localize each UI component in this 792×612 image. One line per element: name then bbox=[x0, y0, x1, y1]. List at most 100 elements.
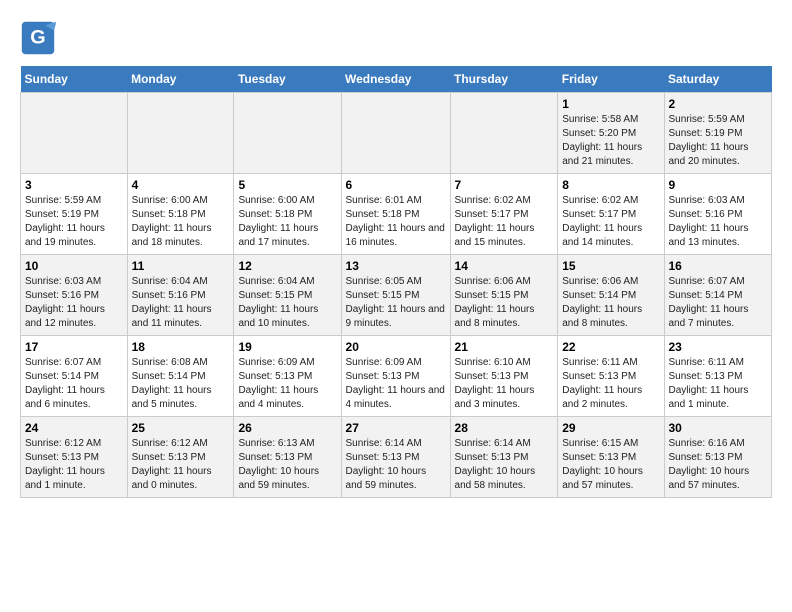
calendar-cell: 19 Sunrise: 6:09 AM Sunset: 5:13 PM Dayli… bbox=[234, 336, 341, 417]
day-number: 3 bbox=[25, 178, 123, 192]
day-number: 25 bbox=[132, 421, 230, 435]
day-header-sunday: Sunday bbox=[21, 66, 128, 93]
calendar-cell: 24 Sunrise: 6:12 AM Sunset: 5:13 PM Dayli… bbox=[21, 417, 128, 498]
day-number: 17 bbox=[25, 340, 123, 354]
day-info: Sunrise: 6:03 AM Sunset: 5:16 PM Dayligh… bbox=[669, 194, 768, 250]
day-info: Sunrise: 6:00 AM Sunset: 5:18 PM Dayligh… bbox=[238, 194, 336, 250]
day-info: Sunrise: 6:04 AM Sunset: 5:16 PM Dayligh… bbox=[132, 275, 230, 331]
calendar-cell: 29 Sunrise: 6:15 AM Sunset: 5:13 PM Dayli… bbox=[558, 417, 664, 498]
calendar-table: SundayMondayTuesdayWednesdayThursdayFrid… bbox=[20, 66, 772, 498]
week-row-3: 10 Sunrise: 6:03 AM Sunset: 5:16 PM Dayli… bbox=[21, 255, 772, 336]
day-number: 5 bbox=[238, 178, 336, 192]
day-info: Sunrise: 5:58 AM Sunset: 5:20 PM Dayligh… bbox=[562, 113, 659, 169]
day-info: Sunrise: 5:59 AM Sunset: 5:19 PM Dayligh… bbox=[25, 194, 123, 250]
day-info: Sunrise: 6:10 AM Sunset: 5:13 PM Dayligh… bbox=[455, 356, 554, 412]
calendar-cell: 25 Sunrise: 6:12 AM Sunset: 5:13 PM Dayli… bbox=[127, 417, 234, 498]
header: G bbox=[20, 20, 772, 56]
day-info: Sunrise: 6:03 AM Sunset: 5:16 PM Dayligh… bbox=[25, 275, 123, 331]
week-row-2: 3 Sunrise: 5:59 AM Sunset: 5:19 PM Daylig… bbox=[21, 174, 772, 255]
logo-icon: G bbox=[20, 20, 56, 56]
day-header-wednesday: Wednesday bbox=[341, 66, 450, 93]
calendar-cell: 2 Sunrise: 5:59 AM Sunset: 5:19 PM Daylig… bbox=[664, 93, 772, 174]
day-header-monday: Monday bbox=[127, 66, 234, 93]
day-info: Sunrise: 6:07 AM Sunset: 5:14 PM Dayligh… bbox=[25, 356, 123, 412]
calendar-cell: 11 Sunrise: 6:04 AM Sunset: 5:16 PM Dayli… bbox=[127, 255, 234, 336]
day-info: Sunrise: 6:08 AM Sunset: 5:14 PM Dayligh… bbox=[132, 356, 230, 412]
calendar-cell bbox=[21, 93, 128, 174]
day-number: 24 bbox=[25, 421, 123, 435]
calendar-cell: 6Sunrise: 6:01 AM Sunset: 5:18 PM Daylig… bbox=[341, 174, 450, 255]
calendar-cell: 26 Sunrise: 6:13 AM Sunset: 5:13 PM Dayli… bbox=[234, 417, 341, 498]
calendar-cell: 15 Sunrise: 6:06 AM Sunset: 5:14 PM Dayli… bbox=[558, 255, 664, 336]
day-number: 2 bbox=[669, 97, 768, 111]
calendar-cell: 16 Sunrise: 6:07 AM Sunset: 5:14 PM Dayli… bbox=[664, 255, 772, 336]
day-info: Sunrise: 6:05 AM Sunset: 5:15 PM Dayligh… bbox=[346, 275, 446, 331]
day-number: 9 bbox=[669, 178, 768, 192]
day-number: 14 bbox=[455, 259, 554, 273]
day-header-tuesday: Tuesday bbox=[234, 66, 341, 93]
calendar-cell bbox=[450, 93, 558, 174]
calendar-cell bbox=[341, 93, 450, 174]
calendar-cell: 8Sunrise: 6:02 AM Sunset: 5:17 PM Daylig… bbox=[558, 174, 664, 255]
day-info: Sunrise: 6:09 AM Sunset: 5:13 PM Dayligh… bbox=[346, 356, 446, 412]
svg-text:G: G bbox=[30, 26, 45, 48]
calendar-cell: 7Sunrise: 6:02 AM Sunset: 5:17 PM Daylig… bbox=[450, 174, 558, 255]
calendar-cell: 4Sunrise: 6:00 AM Sunset: 5:18 PM Daylig… bbox=[127, 174, 234, 255]
day-info: Sunrise: 6:11 AM Sunset: 5:13 PM Dayligh… bbox=[562, 356, 659, 412]
day-number: 13 bbox=[346, 259, 446, 273]
day-number: 29 bbox=[562, 421, 659, 435]
day-info: Sunrise: 6:01 AM Sunset: 5:18 PM Dayligh… bbox=[346, 194, 446, 250]
calendar-cell: 10 Sunrise: 6:03 AM Sunset: 5:16 PM Dayli… bbox=[21, 255, 128, 336]
day-number: 28 bbox=[455, 421, 554, 435]
calendar-cell: 14 Sunrise: 6:06 AM Sunset: 5:15 PM Dayli… bbox=[450, 255, 558, 336]
days-header-row: SundayMondayTuesdayWednesdayThursdayFrid… bbox=[21, 66, 772, 93]
calendar-cell: 1 Sunrise: 5:58 AM Sunset: 5:20 PM Daylig… bbox=[558, 93, 664, 174]
day-number: 27 bbox=[346, 421, 446, 435]
day-info: Sunrise: 6:06 AM Sunset: 5:14 PM Dayligh… bbox=[562, 275, 659, 331]
day-info: Sunrise: 6:14 AM Sunset: 5:13 PM Dayligh… bbox=[346, 437, 446, 493]
calendar-cell: 18Sunrise: 6:08 AM Sunset: 5:14 PM Dayli… bbox=[127, 336, 234, 417]
day-number: 19 bbox=[238, 340, 336, 354]
calendar-cell bbox=[234, 93, 341, 174]
calendar-cell: 22 Sunrise: 6:11 AM Sunset: 5:13 PM Dayli… bbox=[558, 336, 664, 417]
day-info: Sunrise: 6:16 AM Sunset: 5:13 PM Dayligh… bbox=[669, 437, 768, 493]
calendar-cell: 5 Sunrise: 6:00 AM Sunset: 5:18 PM Daylig… bbox=[234, 174, 341, 255]
week-row-5: 24 Sunrise: 6:12 AM Sunset: 5:13 PM Dayli… bbox=[21, 417, 772, 498]
day-number: 20 bbox=[346, 340, 446, 354]
calendar-cell: 20 Sunrise: 6:09 AM Sunset: 5:13 PM Dayli… bbox=[341, 336, 450, 417]
day-info: Sunrise: 6:14 AM Sunset: 5:13 PM Dayligh… bbox=[455, 437, 554, 493]
day-info: Sunrise: 6:11 AM Sunset: 5:13 PM Dayligh… bbox=[669, 356, 768, 412]
calendar-cell: 9 Sunrise: 6:03 AM Sunset: 5:16 PM Daylig… bbox=[664, 174, 772, 255]
day-number: 1 bbox=[562, 97, 659, 111]
week-row-4: 17 Sunrise: 6:07 AM Sunset: 5:14 PM Dayli… bbox=[21, 336, 772, 417]
day-number: 23 bbox=[669, 340, 768, 354]
day-info: Sunrise: 6:12 AM Sunset: 5:13 PM Dayligh… bbox=[25, 437, 123, 493]
calendar-cell: 3 Sunrise: 5:59 AM Sunset: 5:19 PM Daylig… bbox=[21, 174, 128, 255]
day-number: 21 bbox=[455, 340, 554, 354]
day-info: Sunrise: 6:07 AM Sunset: 5:14 PM Dayligh… bbox=[669, 275, 768, 331]
calendar-cell: 30 Sunrise: 6:16 AM Sunset: 5:13 PM Dayli… bbox=[664, 417, 772, 498]
day-info: Sunrise: 6:09 AM Sunset: 5:13 PM Dayligh… bbox=[238, 356, 336, 412]
day-info: Sunrise: 6:06 AM Sunset: 5:15 PM Dayligh… bbox=[455, 275, 554, 331]
day-number: 26 bbox=[238, 421, 336, 435]
day-info: Sunrise: 5:59 AM Sunset: 5:19 PM Dayligh… bbox=[669, 113, 768, 169]
day-number: 11 bbox=[132, 259, 230, 273]
day-number: 22 bbox=[562, 340, 659, 354]
day-number: 30 bbox=[669, 421, 768, 435]
calendar-cell: 13 Sunrise: 6:05 AM Sunset: 5:15 PM Dayli… bbox=[341, 255, 450, 336]
day-header-thursday: Thursday bbox=[450, 66, 558, 93]
day-info: Sunrise: 6:00 AM Sunset: 5:18 PM Dayligh… bbox=[132, 194, 230, 250]
calendar-cell bbox=[127, 93, 234, 174]
day-info: Sunrise: 6:13 AM Sunset: 5:13 PM Dayligh… bbox=[238, 437, 336, 493]
day-info: Sunrise: 6:15 AM Sunset: 5:13 PM Dayligh… bbox=[562, 437, 659, 493]
day-number: 15 bbox=[562, 259, 659, 273]
day-number: 12 bbox=[238, 259, 336, 273]
calendar-cell: 23 Sunrise: 6:11 AM Sunset: 5:13 PM Dayli… bbox=[664, 336, 772, 417]
day-header-friday: Friday bbox=[558, 66, 664, 93]
day-number: 10 bbox=[25, 259, 123, 273]
day-info: Sunrise: 6:04 AM Sunset: 5:15 PM Dayligh… bbox=[238, 275, 336, 331]
day-number: 16 bbox=[669, 259, 768, 273]
calendar-cell: 17 Sunrise: 6:07 AM Sunset: 5:14 PM Dayli… bbox=[21, 336, 128, 417]
day-number: 7 bbox=[455, 178, 554, 192]
day-info: Sunrise: 6:12 AM Sunset: 5:13 PM Dayligh… bbox=[132, 437, 230, 493]
